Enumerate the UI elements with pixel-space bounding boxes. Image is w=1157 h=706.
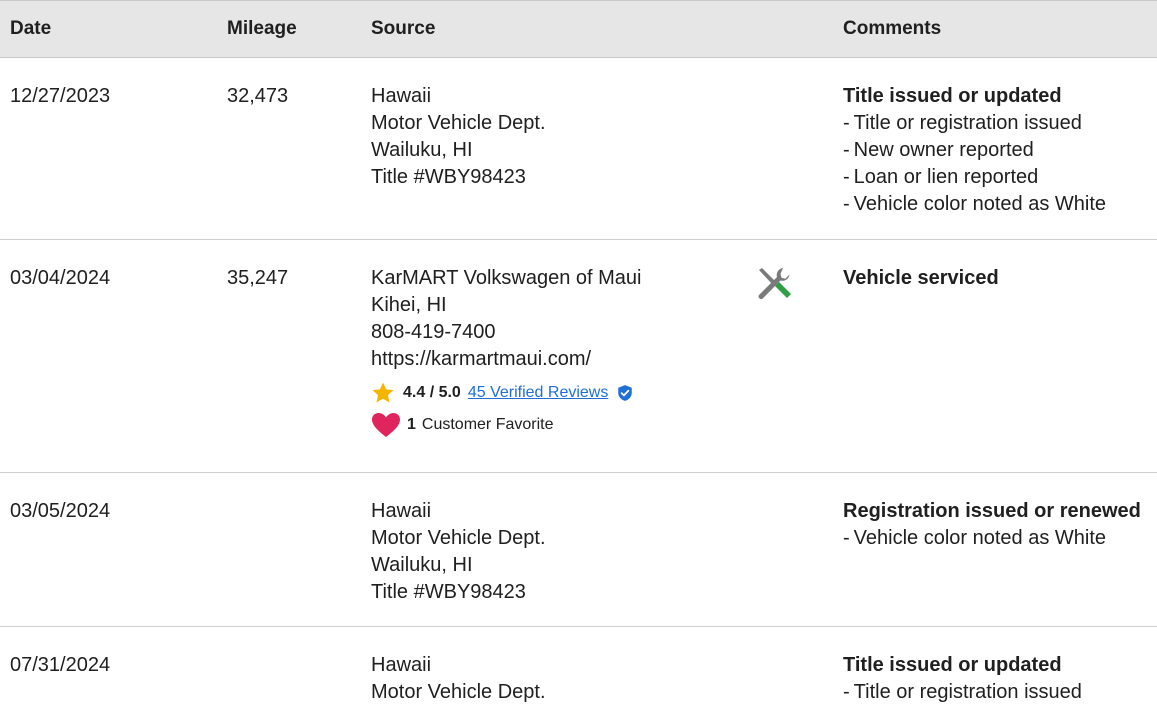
heart-icon bbox=[372, 413, 400, 437]
comment-item: New owner reported bbox=[843, 137, 1106, 164]
row-comments: Title issued or updated Title or registr… bbox=[843, 652, 1082, 706]
table-row: 03/05/2024 Hawaii Motor Vehicle Dept. Wa… bbox=[0, 473, 1157, 627]
comment-item: Loan or lien reported bbox=[843, 164, 1106, 191]
row-source: Hawaii Motor Vehicle Dept. bbox=[371, 652, 546, 706]
comment-item: Vehicle color noted as White bbox=[843, 525, 1141, 552]
favorite-row: 1 Customer Favorite bbox=[371, 412, 642, 438]
source-line: Wailuku, HI bbox=[371, 139, 473, 161]
source-line: https://karmartmaui.com/ bbox=[371, 348, 592, 370]
header-date: Date bbox=[10, 18, 52, 39]
comment-title: Title issued or updated bbox=[843, 654, 1062, 676]
comment-title: Vehicle serviced bbox=[843, 267, 999, 289]
row-mileage: 35,247 bbox=[227, 267, 289, 289]
source-line: Kihei, HI bbox=[371, 294, 447, 316]
table-row: 03/04/2024 35,247 KarMART Volkswagen of … bbox=[0, 240, 1157, 473]
comment-title: Registration issued or renewed bbox=[843, 500, 1141, 522]
source-line: Title #WBY98423 bbox=[371, 166, 526, 188]
table-row: 12/27/2023 32,473 Hawaii Motor Vehicle D… bbox=[0, 58, 1157, 240]
row-comments: Title issued or updated Title or registr… bbox=[843, 83, 1106, 218]
star-icon bbox=[372, 382, 394, 403]
table-row: 07/31/2024 Hawaii Motor Vehicle Dept. Ti… bbox=[0, 627, 1157, 703]
row-date: 03/04/2024 bbox=[10, 267, 111, 289]
source-line: Motor Vehicle Dept. bbox=[371, 527, 546, 549]
favorite-count: 1 bbox=[407, 416, 416, 433]
source-line: Hawaii bbox=[371, 500, 432, 522]
source-line: Motor Vehicle Dept. bbox=[371, 112, 546, 134]
row-date: 12/27/2023 bbox=[10, 85, 111, 107]
comment-item: Title or registration issued bbox=[843, 679, 1082, 706]
comment-item: Title or registration issued bbox=[843, 110, 1106, 137]
source-line: Wailuku, HI bbox=[371, 554, 473, 576]
rating-row: 4.4 / 5.0 45 Verified Reviews bbox=[371, 381, 642, 405]
source-line: 808-419-7400 bbox=[371, 321, 496, 343]
row-source: Hawaii Motor Vehicle Dept. Wailuku, HI T… bbox=[371, 83, 546, 191]
row-date: 07/31/2024 bbox=[10, 654, 111, 676]
source-line: Title #WBY98423 bbox=[371, 581, 526, 603]
header-comments: Comments bbox=[843, 18, 942, 39]
comment-title: Title issued or updated bbox=[843, 85, 1062, 107]
table-header: Date Mileage Source Comments bbox=[0, 0, 1157, 58]
row-comments: Vehicle serviced bbox=[843, 265, 999, 292]
row-comments: Registration issued or renewed Vehicle c… bbox=[843, 498, 1141, 552]
vehicle-history-table: Date Mileage Source Comments 12/27/2023 … bbox=[0, 0, 1157, 703]
row-source: KarMART Volkswagen of Maui Kihei, HI 808… bbox=[371, 265, 642, 438]
source-line: Hawaii bbox=[371, 85, 432, 107]
service-tools-icon bbox=[758, 268, 791, 300]
header-mileage: Mileage bbox=[227, 18, 297, 39]
row-mileage: 32,473 bbox=[227, 85, 289, 107]
comment-item: Vehicle color noted as White bbox=[843, 191, 1106, 218]
favorite-label: Customer Favorite bbox=[421, 416, 554, 433]
rating-score: 4.4 / 5.0 bbox=[403, 384, 461, 401]
verified-reviews-link[interactable]: 45 Verified Reviews bbox=[468, 381, 609, 405]
source-line: Hawaii bbox=[371, 654, 432, 676]
row-date: 03/05/2024 bbox=[10, 500, 111, 522]
source-line: Motor Vehicle Dept. bbox=[371, 681, 546, 703]
verified-shield-icon bbox=[618, 385, 633, 401]
header-source: Source bbox=[371, 18, 436, 39]
source-line: KarMART Volkswagen of Maui bbox=[371, 267, 642, 289]
row-source: Hawaii Motor Vehicle Dept. Wailuku, HI T… bbox=[371, 498, 546, 606]
